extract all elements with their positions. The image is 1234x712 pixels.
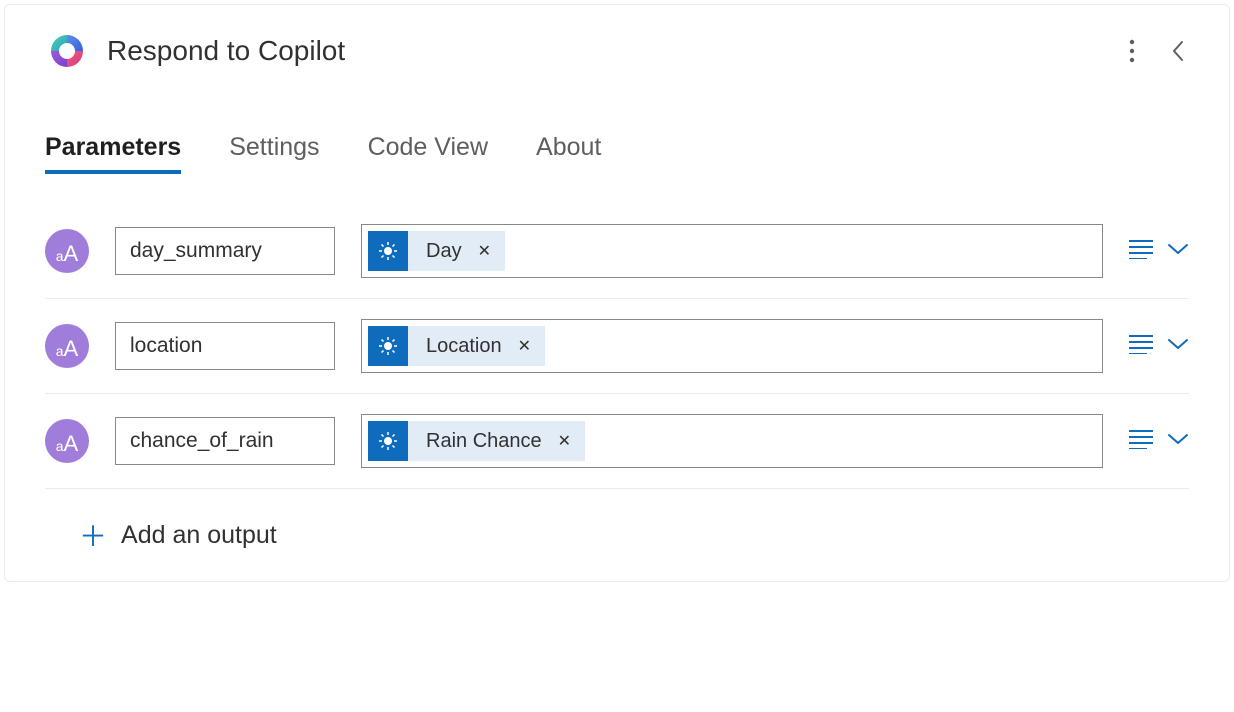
header-actions [1125,35,1189,67]
panel-header: Respond to Copilot [5,5,1229,93]
plus-icon: ＋ [79,515,107,555]
list-icon[interactable] [1129,429,1153,454]
dynamic-content-token[interactable]: Rain Chance ✕ [368,421,585,461]
row-actions [1129,239,1189,264]
expand-button[interactable] [1167,432,1189,450]
token-remove-button[interactable]: ✕ [554,431,585,451]
parameter-list: aA [5,204,1229,489]
add-output-label: Add an output [121,521,277,550]
list-icon[interactable] [1129,239,1153,264]
more-vertical-icon [1129,39,1135,63]
text-type-badge: aA [45,419,89,463]
page-title: Respond to Copilot [107,35,1107,67]
respond-to-copilot-panel: Respond to Copilot Parameters Settings C… [4,4,1230,582]
parameter-row: aA [45,204,1189,299]
parameter-row: aA [45,394,1189,489]
sun-icon [368,421,408,461]
collapse-button[interactable] [1167,35,1189,67]
tab-settings[interactable]: Settings [229,133,319,174]
text-type-badge: aA [45,229,89,273]
tab-about[interactable]: About [536,133,601,174]
text-type-badge: aA [45,324,89,368]
parameter-row: aA [45,299,1189,394]
expand-button[interactable] [1167,242,1189,260]
tabs: Parameters Settings Code View About [5,133,1229,174]
more-options-button[interactable] [1125,35,1139,67]
parameter-value-box[interactable]: Location ✕ [361,319,1103,373]
token-label: Location [408,335,514,358]
row-actions [1129,334,1189,359]
add-output-button[interactable]: ＋ Add an output [45,489,1189,581]
copilot-icon [45,29,89,73]
parameter-value-box[interactable]: Day ✕ [361,224,1103,278]
expand-button[interactable] [1167,337,1189,355]
tab-parameters[interactable]: Parameters [45,133,181,174]
parameter-name-input[interactable] [115,417,335,465]
tab-code-view[interactable]: Code View [368,133,488,174]
sun-icon [368,326,408,366]
dynamic-content-token[interactable]: Day ✕ [368,231,505,271]
chevron-left-icon [1171,39,1185,63]
token-remove-button[interactable]: ✕ [514,336,545,356]
parameter-name-input[interactable] [115,322,335,370]
list-icon[interactable] [1129,334,1153,359]
row-actions [1129,429,1189,454]
parameter-name-input[interactable] [115,227,335,275]
sun-icon [368,231,408,271]
token-remove-button[interactable]: ✕ [474,241,505,261]
token-label: Day [408,240,474,263]
dynamic-content-token[interactable]: Location ✕ [368,326,545,366]
token-label: Rain Chance [408,430,554,453]
parameter-value-box[interactable]: Rain Chance ✕ [361,414,1103,468]
